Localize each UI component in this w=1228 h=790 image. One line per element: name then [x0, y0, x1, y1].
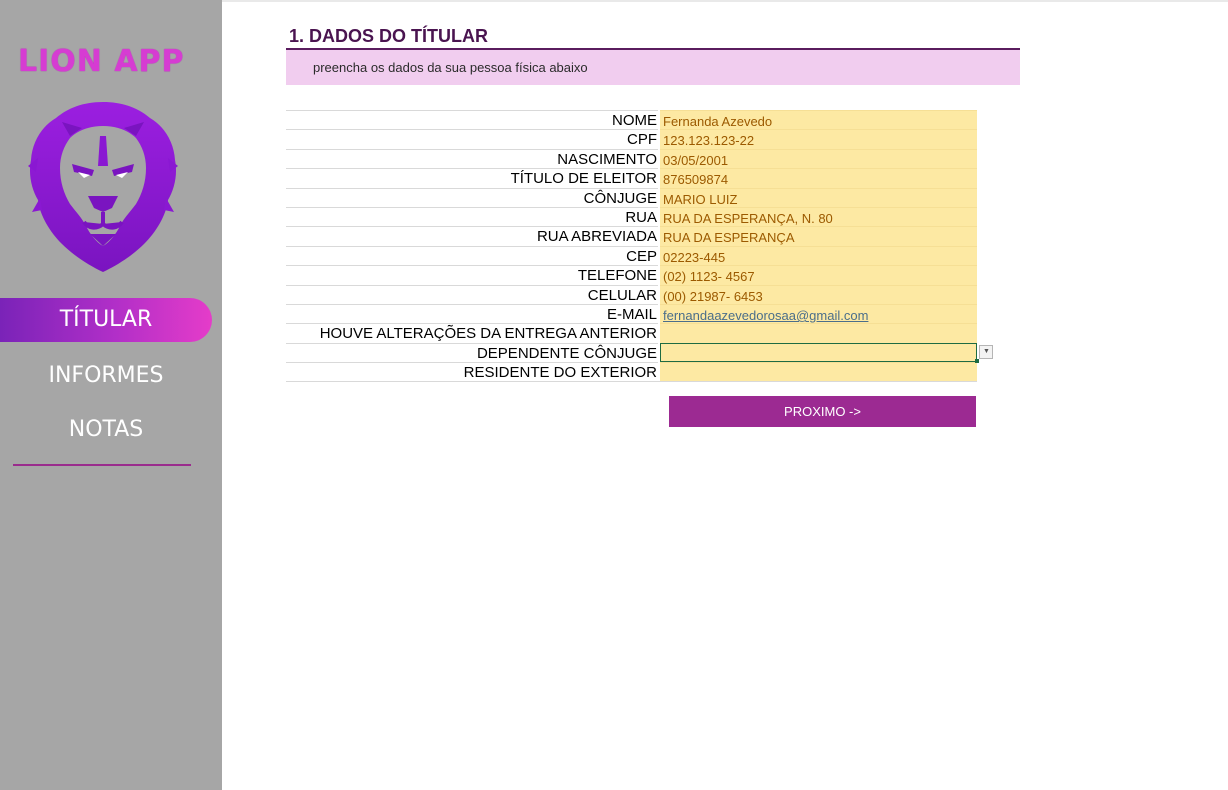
email-field[interactable]: fernandaazevedorosaa@gmail.com [660, 304, 977, 324]
field-label: RESIDENTE DO EXTERIOR [286, 362, 658, 381]
form-row-nome: NOME Fernanda Azevedo [286, 110, 977, 130]
field-label: E-MAIL [286, 304, 658, 323]
subtitle-text: preencha os dados da sua pessoa física a… [313, 60, 588, 75]
form-row-nascimento: NASCIMENTO 03/05/2001 [286, 148, 977, 169]
field-label: TELEFONE [286, 265, 658, 284]
form-row-email: E-MAIL fernandaazevedorosaa@gmail.com [286, 304, 977, 324]
nav-item-label: TÍTULAR [59, 307, 153, 332]
subtitle-banner: preencha os dados da sua pessoa física a… [286, 50, 1020, 85]
telefone-field[interactable]: (02) 1123- 4567 [660, 265, 977, 285]
dependente-conjuge-select[interactable] [660, 342, 977, 363]
chevron-down-icon: ▼ [983, 348, 990, 355]
rua-abreviada-field[interactable]: RUA DA ESPERANÇA [660, 226, 977, 246]
titulo-eleitor-field[interactable]: 876509874 [660, 168, 977, 188]
form-row-dependente-conjuge: DEPENDENTE CÔNJUGE [286, 342, 977, 363]
nav-item-notas[interactable]: NOTAS [0, 408, 212, 452]
nav-item-label: NOTAS [68, 417, 144, 442]
nav-item-label: INFORMES [48, 363, 164, 388]
cpf-field[interactable]: 123.123.123-22 [660, 129, 977, 149]
form-row-residente-exterior: RESIDENTE DO EXTERIOR [286, 362, 977, 382]
sidebar-divider [13, 464, 191, 466]
form-row-rua-abreviada: RUA ABREVIADA RUA DA ESPERANÇA [286, 226, 977, 246]
form-bottom-border [286, 381, 977, 382]
page-title: 1. DADOS DO TÍTULAR [289, 26, 489, 46]
form-row-rua: RUA RUA DA ESPERANÇA, N. 80 [286, 207, 977, 227]
app-logo-text: LION APP [18, 44, 185, 79]
field-label: CELULAR [286, 284, 658, 304]
field-label: RUA [286, 207, 658, 226]
lion-logo-icon [28, 102, 178, 272]
form-row-cep: CEP 02223-445 [286, 245, 977, 266]
nome-field[interactable]: Fernanda Azevedo [660, 110, 977, 130]
field-label: HOUVE ALTERAÇÕES DA ENTREGA ANTERIOR [286, 323, 658, 342]
field-label: CÔNJUGE [286, 187, 658, 207]
celular-field[interactable]: (00) 21987- 6453 [660, 284, 977, 305]
dropdown-arrow-button[interactable]: ▼ [979, 345, 993, 359]
cell-fill-handle[interactable] [975, 359, 979, 363]
sidebar: LION APP TÍTULAR INFORMES NOTAS [0, 0, 222, 790]
nascimento-field[interactable]: 03/05/2001 [660, 148, 977, 169]
field-label: CEP [286, 245, 658, 265]
form-row-celular: CELULAR (00) 21987- 6453 [286, 284, 977, 305]
cep-field[interactable]: 02223-445 [660, 245, 977, 266]
form-row-alteracoes: HOUVE ALTERAÇÕES DA ENTREGA ANTERIOR [286, 323, 977, 343]
conjuge-field[interactable]: MARIO LUIZ [660, 187, 977, 208]
field-label: CPF [286, 129, 658, 148]
form-row-titulo-eleitor: TÍTULO DE ELEITOR 876509874 [286, 168, 977, 188]
field-label: DEPENDENTE CÔNJUGE [286, 342, 658, 362]
form-row-telefone: TELEFONE (02) 1123- 4567 [286, 265, 977, 285]
field-label: NOME [286, 110, 658, 129]
top-border [222, 0, 1228, 2]
field-label: RUA ABREVIADA [286, 226, 658, 245]
field-label: TÍTULO DE ELEITOR [286, 168, 658, 187]
rua-field[interactable]: RUA DA ESPERANÇA, N. 80 [660, 207, 977, 227]
nav-item-titular[interactable]: TÍTULAR [0, 298, 212, 342]
alteracoes-field[interactable] [660, 323, 977, 343]
next-button[interactable]: PROXIMO -> [669, 396, 976, 427]
field-label: NASCIMENTO [286, 148, 658, 168]
form-row-conjuge: CÔNJUGE MARIO LUIZ [286, 187, 977, 208]
residente-exterior-field[interactable] [660, 362, 977, 382]
form-row-cpf: CPF 123.123.123-22 [286, 129, 977, 149]
nav-item-informes[interactable]: INFORMES [0, 354, 212, 398]
